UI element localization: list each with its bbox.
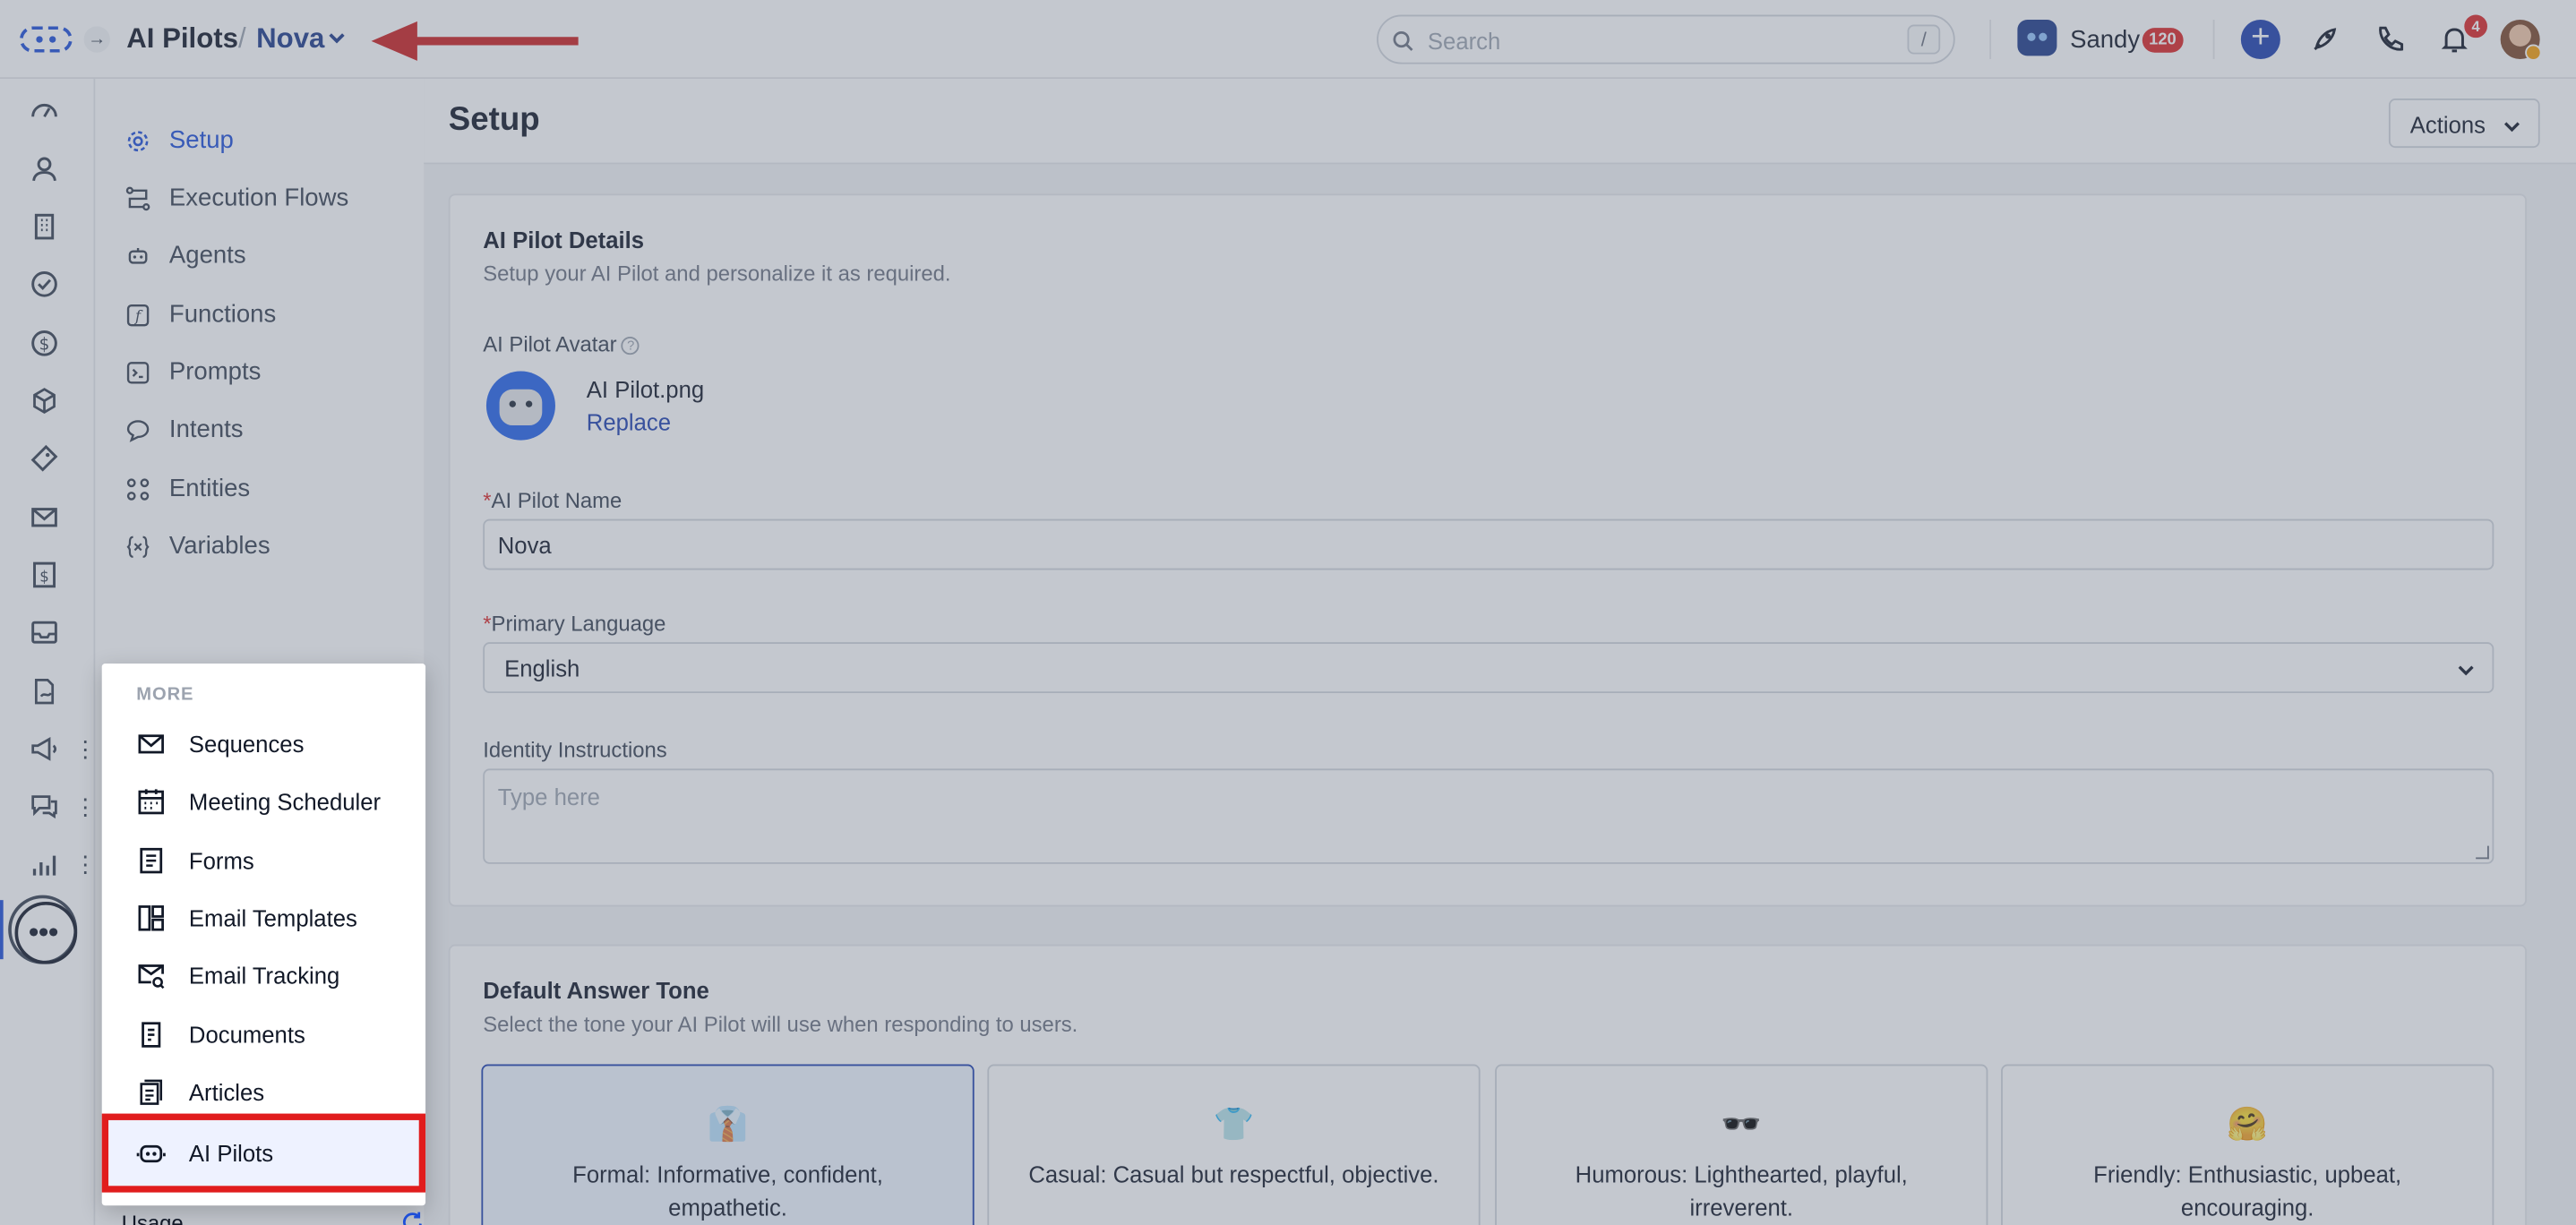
menu-item-label: Email Tracking	[188, 962, 340, 989]
menu-item-label: Forms	[188, 847, 254, 874]
menu-item-ai-pilots[interactable]: AI Pilots	[101, 1113, 426, 1193]
menu-item-meeting-scheduler[interactable]: Meeting Scheduler	[102, 774, 425, 831]
menu-item-label: AI Pilots	[188, 1139, 274, 1167]
menu-item-label: Documents	[188, 1021, 305, 1049]
menu-item-label: Articles	[188, 1079, 265, 1106]
menu-item-label: Sequences	[188, 731, 305, 758]
menu-item-sequences[interactable]: Sequences	[102, 716, 425, 774]
form-icon	[140, 847, 163, 874]
menu-item-label: Email Templates	[188, 904, 357, 931]
calendar-icon	[138, 789, 164, 815]
menu-heading: MORE	[136, 684, 194, 705]
email-tracking-icon	[138, 964, 165, 989]
mail-icon	[138, 734, 164, 754]
menu-item-forms[interactable]: Forms	[102, 833, 425, 890]
usage-label: Usage	[121, 1210, 184, 1225]
refresh-icon[interactable]	[401, 1211, 425, 1225]
template-icon	[138, 905, 164, 931]
menu-item-email-templates[interactable]: Email Templates	[102, 890, 425, 947]
menu-item-documents[interactable]: Documents	[102, 1007, 425, 1064]
menu-item-email-tracking[interactable]: Email Tracking	[102, 947, 425, 1005]
more-menu-popup: MORE Sequences Meeting Scheduler Forms E…	[101, 664, 426, 1206]
article-icon	[140, 1079, 163, 1105]
menu-item-label: Meeting Scheduler	[188, 788, 382, 815]
document-icon	[142, 1022, 161, 1048]
ai-pilot-icon	[136, 1144, 166, 1163]
